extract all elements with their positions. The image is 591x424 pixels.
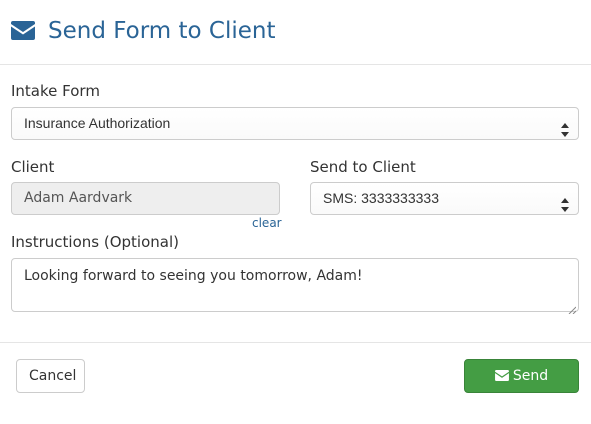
send-to-client-label: Send to Client	[310, 158, 416, 176]
send-form-button[interactable]: Send Form	[464, 359, 579, 416]
send-form-button-label: Send Form	[503, 368, 549, 416]
resize-grip-icon[interactable]	[568, 301, 577, 315]
send-form-modal: Send Form to Client Intake Form Insuranc…	[0, 0, 591, 416]
client-value: Adam Aardvark	[24, 190, 133, 206]
instructions-value: Looking forward to seeing you tomorrow, …	[24, 268, 363, 284]
intake-form-label: Intake Form	[11, 82, 100, 100]
client-label: Client	[11, 158, 55, 176]
send-to-client-select[interactable]: SMS: 3333333333	[310, 182, 579, 215]
cancel-button-label: Cancel	[29, 368, 77, 384]
select-arrows-icon	[561, 192, 569, 212]
intake-form-selected-value: Insurance Authorization	[24, 115, 171, 131]
modal-title: Send Form to Client	[48, 18, 276, 44]
envelope-icon	[11, 21, 35, 40]
modal-footer: Cancel Send Form	[0, 342, 591, 416]
send-to-client-selected-value: SMS: 3333333333	[323, 190, 439, 206]
client-input: Adam Aardvark	[11, 182, 280, 215]
envelope-icon	[494, 361, 509, 381]
intake-form-select[interactable]: Insurance Authorization	[11, 107, 579, 140]
instructions-label: Instructions (Optional)	[11, 233, 179, 251]
select-arrows-icon	[561, 117, 569, 137]
cancel-button[interactable]: Cancel	[16, 359, 85, 393]
modal-header: Send Form to Client	[0, 0, 591, 65]
clear-client-link[interactable]: clear	[252, 216, 282, 230]
instructions-textarea[interactable]: Looking forward to seeing you tomorrow, …	[11, 258, 579, 315]
